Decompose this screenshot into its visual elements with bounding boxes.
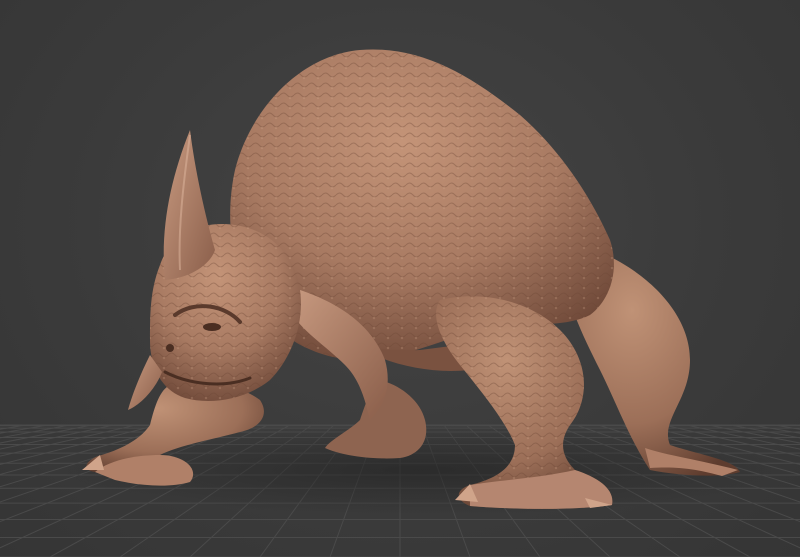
3d-viewport[interactable] [0, 0, 800, 557]
creature-model[interactable] [82, 49, 740, 509]
viewport-canvas[interactable] [0, 0, 800, 557]
creature-head [128, 224, 301, 410]
eye [203, 323, 221, 331]
nose-horn [163, 130, 215, 280]
